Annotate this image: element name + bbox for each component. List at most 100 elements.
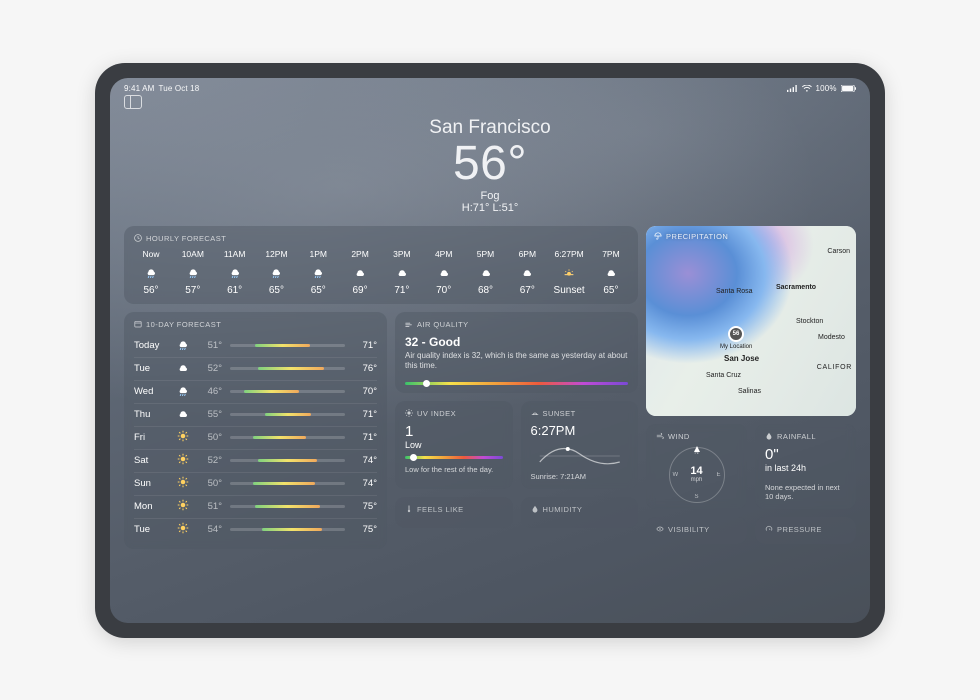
hour-temp: 65° [311, 285, 326, 296]
uv-value: 1 [405, 424, 503, 441]
sun-icon [176, 452, 190, 469]
day-label: Tue [134, 524, 168, 535]
current-condition: Fog [124, 190, 856, 202]
temp-range-bar [230, 528, 345, 531]
wind-unit: mph [691, 477, 703, 483]
hour-temp: 56° [143, 285, 158, 296]
tenday-row: Wed46°70° [134, 380, 377, 403]
hour-time: 1PM [310, 249, 327, 259]
ipad-frame: 9:41 AM Tue Oct 18 100% San Francisco 56… [95, 63, 885, 638]
hour-item: 12PM65° [259, 249, 293, 296]
hour-time: 6:27PM [554, 249, 583, 259]
aq-icon [405, 320, 413, 328]
high-temp: 76° [353, 363, 377, 374]
sunset-curve [529, 442, 631, 466]
day-label: Tue [134, 363, 168, 374]
hour-temp: 68° [478, 285, 493, 296]
weather-app-screen: 9:41 AM Tue Oct 18 100% San Francisco 56… [110, 78, 870, 623]
pressure-title: Pressure [777, 525, 822, 534]
sunset-time: 6:27PM [531, 424, 629, 438]
visibility-card[interactable]: Visibility [646, 517, 747, 544]
feels-title: Feels Like [417, 505, 464, 514]
high-temp: 75° [353, 524, 377, 535]
rainfall-card[interactable]: Rainfall 0" in last 24h None expected in… [755, 424, 856, 509]
wifi-icon [802, 85, 812, 92]
feels-like-card[interactable]: Feels Like [395, 497, 513, 528]
hourly-title: Hourly Forecast [146, 234, 226, 243]
cellular-icon [787, 85, 798, 92]
low-temp: 51° [198, 340, 222, 351]
day-label: Thu [134, 409, 168, 420]
hour-temp: 57° [185, 285, 200, 296]
pressure-card[interactable]: Pressure [755, 517, 856, 544]
hour-temp: 65° [269, 285, 284, 296]
high-temp: 74° [353, 455, 377, 466]
precipitation-map-card[interactable]: Precipitation Carson Santa Rosa Sacramen… [646, 226, 856, 416]
air-quality-card[interactable]: Air Quality 32 - Good Air quality index … [395, 312, 638, 393]
sunset-card[interactable]: Sunset 6:27PM Sunrise: 7:21AM [521, 401, 639, 489]
high-temp: 71° [353, 340, 377, 351]
low-temp: 50° [198, 478, 222, 489]
hour-item: 1PM 65° [301, 249, 335, 296]
cloud-rain-icon [311, 265, 325, 279]
current-weather-hero: San Francisco 56° Fog H:71° L:51° [124, 117, 856, 214]
hour-temp: 65° [603, 285, 618, 296]
uv-footer: Low for the rest of the day. [405, 465, 503, 474]
hour-item: 4PM70° [427, 249, 461, 296]
hour-time: 5PM [477, 249, 494, 259]
map-city-santarosa: Santa Rosa [716, 288, 753, 295]
hour-item: Now 56° [134, 249, 168, 296]
cloud-icon [479, 265, 493, 279]
low-temp: 46° [198, 386, 222, 397]
cloud-icon [176, 360, 190, 377]
hour-temp: Sunset [554, 285, 585, 296]
low-temp: 50° [198, 432, 222, 443]
wind-arrow-icon [693, 446, 701, 456]
cloud-rain-icon [186, 265, 200, 279]
hour-item: 3PM71° [385, 249, 419, 296]
cloud-icon [437, 265, 451, 279]
status-date: Tue Oct 18 [158, 84, 199, 93]
day-label: Sun [134, 478, 168, 489]
low-temp: 55° [198, 409, 222, 420]
tenday-row: Tue54°75° [134, 518, 377, 541]
eye-icon [656, 525, 664, 533]
map-region-califor: CALIFOR [817, 364, 852, 371]
gauge-icon [765, 525, 773, 533]
hourly-forecast-card[interactable]: Hourly Forecast Now56°10AM57°11AM61°12PM… [124, 226, 638, 304]
cloud-rain-icon [269, 265, 283, 279]
humidity-card[interactable]: Humidity [521, 497, 639, 528]
battery-icon [841, 85, 856, 92]
humidity-icon [531, 505, 539, 513]
visibility-title: Visibility [668, 525, 710, 534]
uv-title: UV Index [417, 409, 456, 418]
wind-card[interactable]: Wind N S W E 14 mph [646, 424, 747, 509]
hour-item: 2PM69° [343, 249, 377, 296]
wind-icon [656, 432, 664, 440]
hour-item: 11AM61° [218, 249, 252, 296]
temp-range-bar [230, 505, 345, 508]
sunset-title: Sunset [543, 409, 576, 418]
current-temperature: 56° [124, 139, 856, 189]
calendar-icon [134, 320, 142, 328]
hour-temp: 61° [227, 285, 242, 296]
precip-title: Precipitation [666, 232, 728, 241]
high-temp: 71° [353, 432, 377, 443]
sun-icon [405, 409, 413, 417]
hour-temp: 71° [394, 285, 409, 296]
tenday-row: Sun50°74° [134, 472, 377, 495]
hour-time: 2PM [351, 249, 368, 259]
cloud-icon [395, 265, 409, 279]
hour-time: Now [142, 249, 159, 259]
tenday-row: Thu55°71° [134, 403, 377, 426]
temp-range-bar [230, 482, 345, 485]
temp-range-bar [230, 344, 345, 347]
day-label: Today [134, 340, 168, 351]
day-label: Wed [134, 386, 168, 397]
uv-label: Low [405, 440, 503, 450]
map-city-sacramento: Sacramento [776, 284, 816, 291]
cloud-icon [176, 406, 190, 423]
sidebar-toggle-icon[interactable] [124, 95, 142, 109]
ten-day-forecast-card[interactable]: 10-Day Forecast Today51°71°Tue52°76°Wed4… [124, 312, 387, 549]
uv-index-card[interactable]: UV Index 1 Low Low for the rest of the d… [395, 401, 513, 489]
